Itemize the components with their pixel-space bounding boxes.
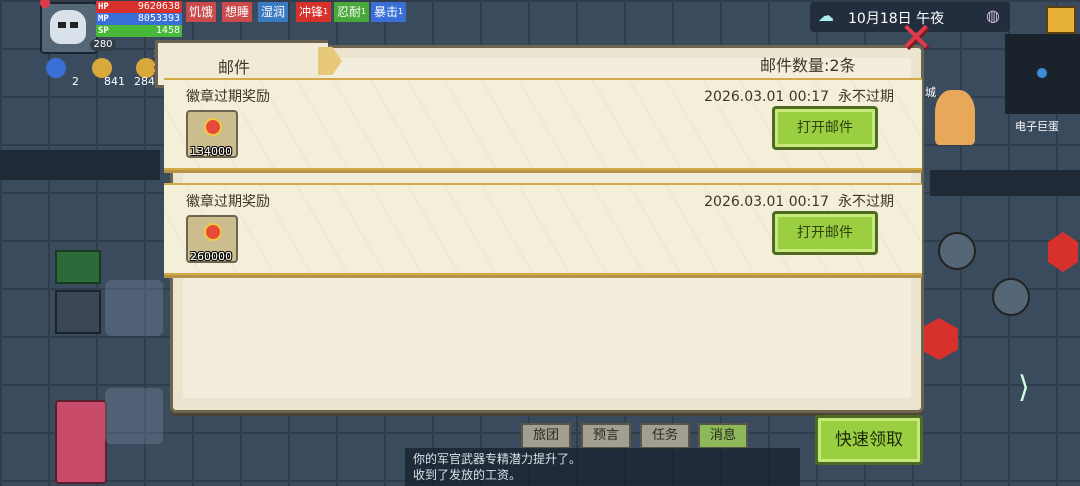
avatar-eye xyxy=(58,22,66,28)
snowflake-icon xyxy=(46,58,66,78)
bow-icon[interactable]: ⟩ xyxy=(1018,370,1058,414)
mail-title: 徽章过期奖励 xyxy=(186,194,270,210)
dpad-up-button[interactable] xyxy=(105,280,163,336)
tab-quest[interactable]: 任务 xyxy=(640,423,691,449)
open-mail-button[interactable]: 打开邮件 xyxy=(772,211,878,255)
quick-claim-button[interactable]: 快速领取 xyxy=(815,415,923,465)
mail-item: 徽章过期奖励 2026.03.01 00:17 永不过期 134000 打开邮件 xyxy=(164,78,922,170)
status-sleepy[interactable]: 想睡 xyxy=(222,2,253,22)
mp-bar: MP 8053393 xyxy=(96,13,182,25)
mail-count: 邮件数量:2条 xyxy=(760,56,856,75)
globe-icon[interactable]: ◍ xyxy=(986,6,1000,25)
reward-quantity: 134000 xyxy=(190,145,232,158)
luggage-object xyxy=(55,400,107,484)
player-marker-icon xyxy=(1037,68,1047,78)
chat-line: 收到了发放的工资。 xyxy=(413,468,522,482)
close-button[interactable]: ✕ xyxy=(898,18,934,58)
status-crit[interactable]: 暴击1 xyxy=(371,2,407,22)
reward-quantity: 260000 xyxy=(190,250,232,263)
resource-count: 2 xyxy=(72,75,79,88)
wall-segment xyxy=(0,150,160,180)
machine-object xyxy=(55,250,101,284)
status-wet[interactable]: 湿润 xyxy=(258,2,289,22)
mail-date-value: 2026.03.01 00:17 xyxy=(704,194,830,210)
mail-expiry: 永不过期 xyxy=(838,89,894,105)
grate-object xyxy=(55,290,101,334)
mail-title: 徽章过期奖励 xyxy=(186,89,270,105)
status-hunger[interactable]: 饥饿 xyxy=(186,2,217,22)
status-endure[interactable]: 忍耐1 xyxy=(334,2,370,22)
npc-character[interactable] xyxy=(935,90,975,145)
mail-date-value: 2026.03.01 00:17 xyxy=(704,89,830,105)
expand-icon[interactable] xyxy=(1046,6,1076,34)
chat-log[interactable]: 你的军官武器专精潜力提升了。 收到了发放的工资。 xyxy=(405,448,800,486)
minimap[interactable]: 电子巨蛋 xyxy=(1005,34,1080,133)
mail-expiry: 永不过期 xyxy=(838,194,894,210)
minimap-side-label: 城 xyxy=(925,86,936,99)
tab-prophecy[interactable]: 预言 xyxy=(581,423,632,449)
mail-item: 徽章过期奖励 2026.03.01 00:17 永不过期 260000 打开邮件 xyxy=(164,183,922,275)
resource-count: 841 xyxy=(104,75,125,88)
ring-binding-icon xyxy=(154,49,165,75)
avatar-face xyxy=(50,10,86,44)
reward-item[interactable]: 260000 xyxy=(186,215,238,263)
dpad-down-button[interactable] xyxy=(105,388,163,444)
sp-bar: SP 1458 xyxy=(96,25,182,37)
badge-icon xyxy=(204,223,222,241)
tab-messages[interactable]: 消息 xyxy=(698,423,749,449)
hp-bar: HP 9620638 xyxy=(96,1,182,13)
minimap-label: 电子巨蛋 xyxy=(1015,120,1059,133)
mail-date: 2026.03.01 00:17 永不过期 xyxy=(704,86,894,106)
mail-date: 2026.03.01 00:17 永不过期 xyxy=(704,191,894,211)
target-icon[interactable] xyxy=(938,232,976,270)
level-badge: 280 xyxy=(90,39,116,51)
cloud-icon: ☁ xyxy=(818,6,834,25)
wall-segment xyxy=(930,170,1080,196)
swap-icon[interactable] xyxy=(992,278,1030,316)
dialog-title: 邮件 xyxy=(218,58,251,77)
badge-icon xyxy=(204,118,222,136)
open-mail-button[interactable]: 打开邮件 xyxy=(772,106,878,150)
reward-item[interactable]: 134000 xyxy=(186,110,238,158)
chat-line: 你的军官武器专精潜力提升了。 xyxy=(413,452,582,466)
tab-brigade[interactable]: 旅团 xyxy=(521,423,572,449)
avatar-eye xyxy=(70,22,78,28)
status-charge[interactable]: 冲锋1 xyxy=(296,2,332,22)
